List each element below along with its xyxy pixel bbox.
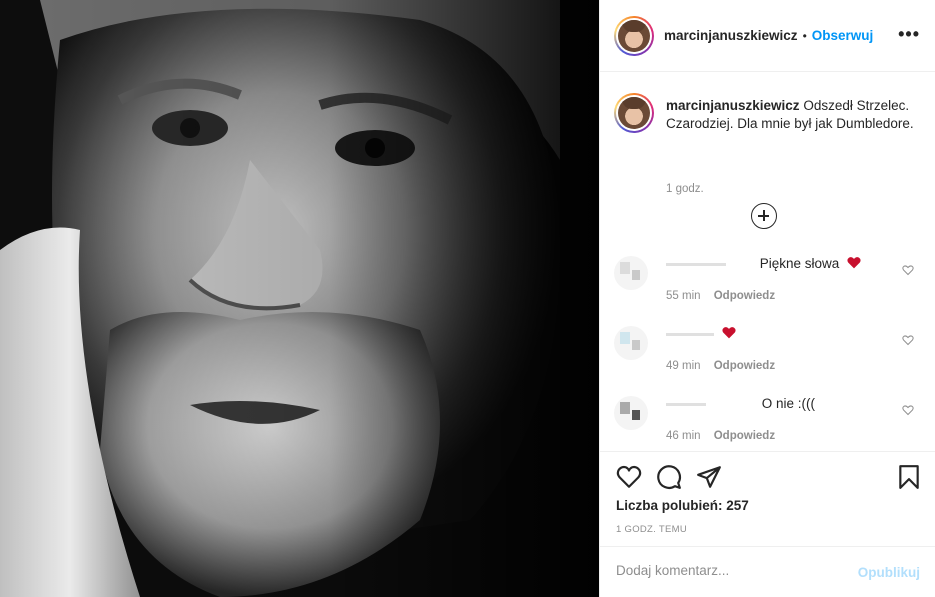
- instagram-post: marcinjanuszkiewicz • Obserwuj ••• marci…: [0, 0, 935, 597]
- follow-button[interactable]: Obserwuj: [812, 28, 874, 43]
- comment-item: O nie :((( 46 min Odpowiedz: [614, 396, 924, 451]
- commenter-name-redacted: [666, 262, 726, 266]
- heart-icon[interactable]: [616, 464, 642, 490]
- publish-button[interactable]: Opublikuj: [858, 565, 920, 580]
- comment-text: O nie :(((: [761, 396, 816, 411]
- comment-like-heart-icon[interactable]: [902, 404, 914, 416]
- red-heart-emoji-icon: [847, 257, 861, 269]
- commenter-avatar[interactable]: [614, 396, 648, 430]
- comment-meta: 46 min Odpowiedz: [666, 430, 775, 442]
- separator-dot: •: [802, 28, 807, 43]
- reply-button[interactable]: Odpowiedz: [714, 430, 775, 442]
- caption-avatar[interactable]: [614, 93, 654, 133]
- caption-text-block: marcinjanuszkiewicz Odszedł Strzelec. Cz…: [666, 97, 916, 133]
- author-username[interactable]: marcinjanuszkiewicz: [664, 28, 798, 43]
- comment-time: 46 min: [666, 430, 701, 442]
- share-icon[interactable]: [696, 464, 722, 490]
- add-comment-bar: Opublikuj: [600, 546, 935, 597]
- comment-time: 55 min: [666, 290, 701, 302]
- comment-body: O nie :(((: [666, 396, 886, 418]
- post-actions: Liczba polubień: 257 1 GODZ. TEMU Opubli…: [600, 451, 935, 597]
- bookmark-icon[interactable]: [896, 464, 922, 490]
- comment-item: Piękne słowa 55 min Odpowiedz: [614, 256, 924, 312]
- comment-body: Piękne słowa: [666, 256, 886, 278]
- comment-time: 49 min: [666, 360, 701, 372]
- post-timestamp: 1 GODZ. TEMU: [616, 524, 687, 535]
- commenter-name-redacted: [666, 402, 706, 406]
- post-photo[interactable]: [0, 0, 599, 597]
- commenter-avatar[interactable]: [614, 326, 648, 360]
- comment-text: Piękne słowa: [759, 256, 840, 271]
- comment-meta: 49 min Odpowiedz: [666, 360, 775, 372]
- comment-meta: 55 min Odpowiedz: [666, 290, 775, 302]
- commenter-avatar[interactable]: [614, 256, 648, 290]
- comment-item: 49 min Odpowiedz: [614, 326, 924, 382]
- caption-time: 1 godz.: [666, 183, 704, 195]
- reply-button[interactable]: Odpowiedz: [714, 360, 775, 372]
- post-header: marcinjanuszkiewicz • Obserwuj •••: [600, 0, 935, 72]
- comment-body: [666, 326, 886, 348]
- comment-icon[interactable]: [656, 464, 682, 490]
- portrait-photo: [0, 0, 599, 597]
- reply-button[interactable]: Odpowiedz: [714, 290, 775, 302]
- comments-section[interactable]: marcinjanuszkiewicz Odszedł Strzelec. Cz…: [600, 73, 935, 451]
- post-side-panel: marcinjanuszkiewicz • Obserwuj ••• marci…: [599, 0, 935, 597]
- author-avatar[interactable]: [614, 15, 654, 56]
- red-heart-emoji-icon: [722, 327, 736, 339]
- more-options-icon[interactable]: •••: [898, 25, 920, 43]
- commenter-name-redacted: [666, 332, 714, 336]
- comment-like-heart-icon[interactable]: [902, 264, 914, 276]
- likes-count[interactable]: Liczba polubień: 257: [616, 498, 749, 513]
- plus-circle-icon[interactable]: [751, 203, 777, 229]
- comment-like-heart-icon[interactable]: [902, 334, 914, 346]
- caption-username[interactable]: marcinjanuszkiewicz: [666, 98, 800, 113]
- comment-input[interactable]: [616, 563, 836, 578]
